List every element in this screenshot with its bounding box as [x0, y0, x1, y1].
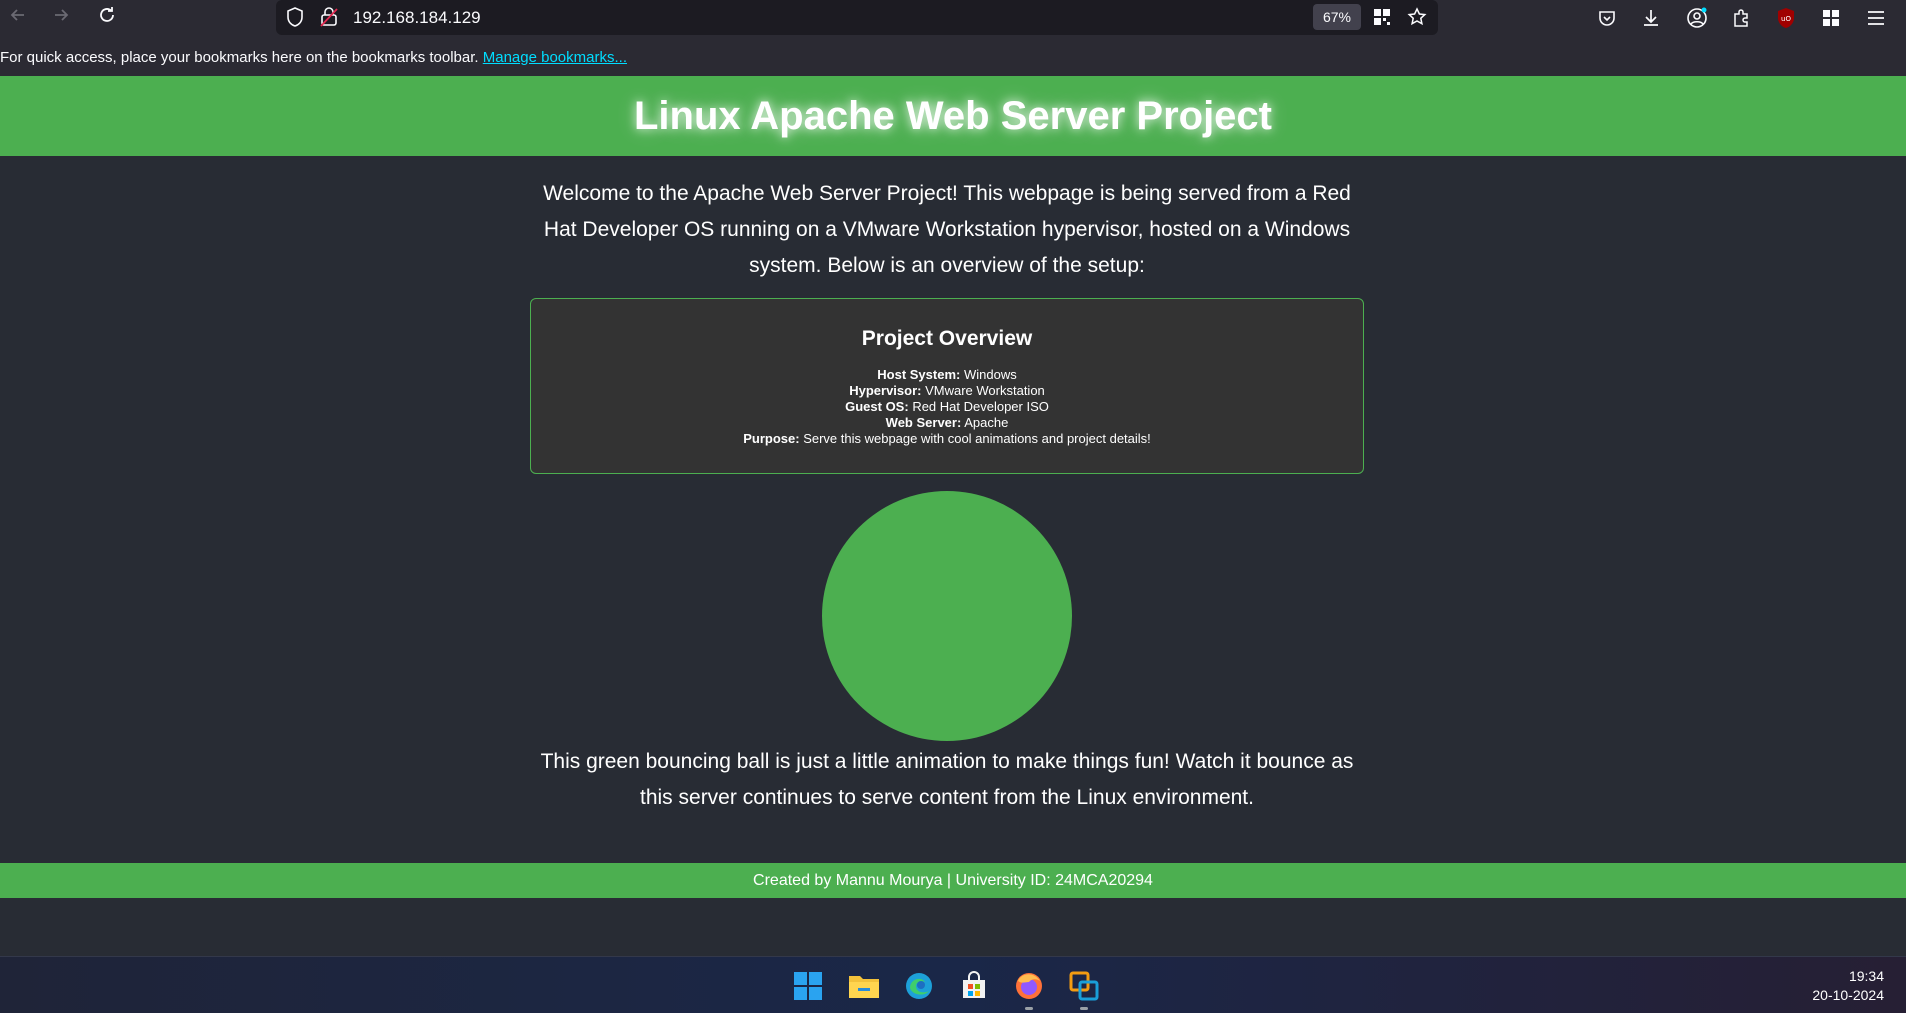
overview-heading: Project Overview: [861, 327, 1033, 350]
overview-value: Red Hat Developer ISO: [912, 399, 1049, 414]
address-bar[interactable]: 192.168.184.129 67%: [276, 0, 1438, 35]
system-clock[interactable]: 19:34 20-10-2024: [1812, 967, 1884, 1005]
overview-value: Apache: [964, 415, 1009, 430]
overview-details: Host System: Windows Hypervisor: VMware …: [531, 367, 1363, 447]
overview-label: Host System:: [877, 367, 961, 382]
bouncing-ball: [822, 491, 1072, 741]
overview-label: Guest OS:: [845, 399, 909, 414]
svg-text:uO: uO: [1781, 15, 1791, 23]
bookmark-star-icon[interactable]: [1405, 5, 1429, 29]
file-explorer-icon[interactable]: [847, 969, 881, 1003]
page-header: Linux Apache Web Server Project: [0, 76, 1906, 156]
page-title: Linux Apache Web Server Project: [634, 93, 1272, 138]
overview-row-hypervisor: Hypervisor: VMware Workstation: [531, 383, 1363, 399]
page-footer: Created by Mannu Mourya | University ID:…: [0, 863, 1906, 898]
downloads-icon[interactable]: [1637, 4, 1665, 32]
grid-apps-icon[interactable]: [1817, 4, 1845, 32]
bookmarks-hint-text: For quick access, place your bookmarks h…: [0, 49, 479, 66]
store-icon[interactable]: [957, 969, 991, 1003]
overview-value: Windows: [963, 367, 1017, 382]
overview-row-web-server: Web Server: Apache: [531, 415, 1363, 431]
pocket-icon[interactable]: [1593, 4, 1621, 32]
vmware-icon[interactable]: [1067, 969, 1101, 1003]
ublock-origin-icon[interactable]: uO: [1772, 4, 1800, 32]
intro-paragraph: Welcome to the Apache Web Server Project…: [543, 182, 1351, 277]
shield-icon[interactable]: [283, 5, 307, 29]
zoom-level-badge[interactable]: 67%: [1313, 4, 1361, 30]
vmware-running-indicator: [1080, 1007, 1088, 1010]
overview-value: VMware Workstation: [925, 383, 1045, 398]
firefox-running-indicator: [1025, 1007, 1033, 1010]
overview-value: Serve this webpage with cool animations …: [803, 431, 1151, 446]
edge-icon[interactable]: [902, 969, 936, 1003]
manage-bookmarks-link[interactable]: Manage bookmarks...: [483, 49, 627, 66]
bookmarks-toolbar: For quick access, place your bookmarks h…: [0, 36, 1906, 76]
qr-code-icon[interactable]: [1370, 5, 1394, 29]
account-icon[interactable]: [1683, 4, 1711, 32]
windows-start-icon[interactable]: [791, 969, 825, 1003]
url-text[interactable]: 192.168.184.129: [353, 8, 481, 28]
clock-date: 20-10-2024: [1812, 987, 1884, 1003]
overview-label: Web Server:: [885, 415, 962, 430]
overview-row-host: Host System: Windows: [531, 367, 1363, 383]
overview-row-guest-os: Guest OS: Red Hat Developer ISO: [531, 399, 1363, 415]
insecure-lock-icon[interactable]: [317, 5, 341, 29]
browser-toolbar: 192.168.184.129 67% uO: [0, 0, 1906, 36]
reload-button[interactable]: [92, 2, 122, 32]
overview-label: Purpose:: [743, 431, 800, 446]
back-arrow-icon: [8, 5, 28, 30]
menu-hamburger-icon[interactable]: [1862, 4, 1890, 32]
reload-icon: [97, 5, 117, 30]
bookmarks-message: For quick access, place your bookmarks h…: [0, 49, 627, 66]
extensions-icon[interactable]: [1727, 4, 1755, 32]
overview-row-purpose: Purpose: Serve this webpage with cool an…: [531, 431, 1363, 447]
project-overview-card: Project Overview Host System: Windows Hy…: [530, 298, 1364, 474]
forward-arrow-icon: [51, 5, 71, 30]
clock-time: 19:34: [1848, 968, 1884, 984]
animation-description: This green bouncing ball is just a littl…: [540, 750, 1354, 809]
footer-credit: Created by Mannu Mourya | University ID:…: [753, 871, 1153, 889]
back-button[interactable]: [3, 2, 33, 32]
web-page: Linux Apache Web Server Project Welcome …: [0, 76, 1906, 956]
overview-label: Hypervisor:: [849, 383, 922, 398]
forward-button[interactable]: [46, 2, 76, 32]
firefox-icon[interactable]: [1012, 969, 1046, 1003]
windows-taskbar: 19:34 20-10-2024: [0, 956, 1906, 1013]
